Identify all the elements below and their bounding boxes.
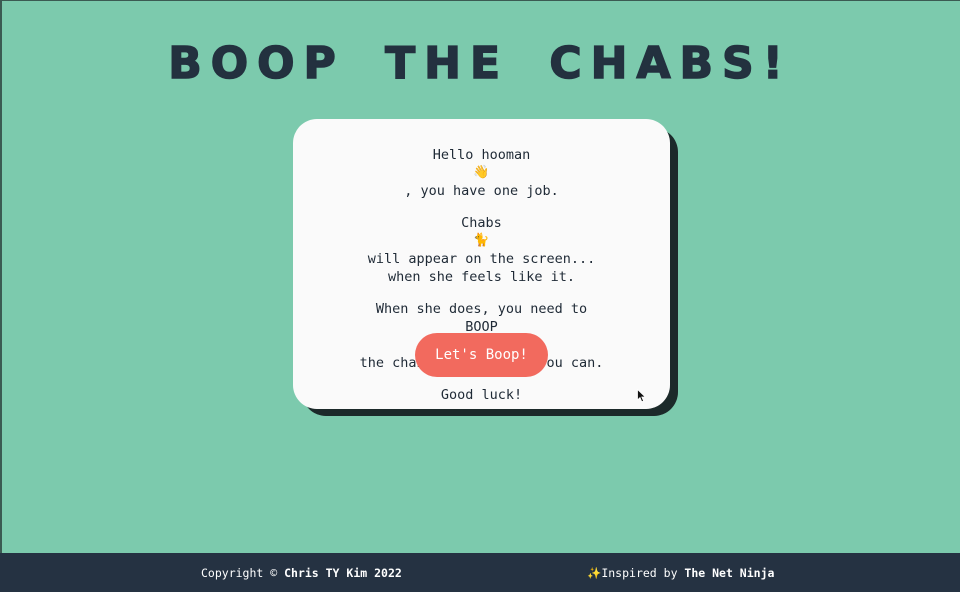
boop-line-1: When she does, you need to — [375, 301, 588, 317]
cat-icon: 🐈 — [473, 233, 490, 248]
inspired-by-link[interactable]: The Net Ninja — [684, 566, 774, 580]
mouse-cursor-icon — [637, 389, 647, 403]
waving-hand-icon: 👋 — [473, 165, 490, 180]
appear-line-2: when she feels like it. — [388, 269, 575, 285]
copyright-text: Copyright © Chris TY Kim 2022 — [201, 566, 402, 580]
appear-prefix: Chabs — [461, 215, 502, 231]
sparkles-icon: ✨ — [587, 566, 602, 580]
window-top-border — [0, 0, 960, 1]
footer: Copyright © Chris TY Kim 2022 ✨Inspired … — [0, 553, 960, 592]
greeting-prefix: Hello hooman — [432, 147, 531, 163]
lets-boop-button[interactable]: Let's Boop! — [415, 333, 548, 377]
appear-text: Chabs 🐈 will appear on the screen... when… — [293, 214, 670, 286]
inspired-by-text: ✨Inspired by The Net Ninja — [587, 566, 774, 580]
inspired-prefix: Inspired by — [601, 566, 685, 580]
greeting-line: Hello hooman 👋 , you have one job. — [293, 146, 670, 200]
greeting-suffix: , you have one job. — [404, 183, 559, 199]
appear-line-1: Chabs 🐈 will appear on the screen... — [293, 214, 670, 268]
good-luck-text: Good luck! — [440, 387, 523, 403]
copyright-author: Chris TY Kim 2022 — [284, 566, 402, 580]
copyright-prefix: Copyright © — [201, 566, 285, 580]
appear-suffix: will appear on the screen... — [367, 251, 596, 267]
instructions-card: Hello hooman 👋 , you have one job. Chabs 🐈 … — [293, 119, 670, 409]
greeting-text: Hello hooman 👋 , you have one job. — [293, 146, 670, 200]
page-title: BOOP THE CHABS! — [167, 37, 792, 90]
